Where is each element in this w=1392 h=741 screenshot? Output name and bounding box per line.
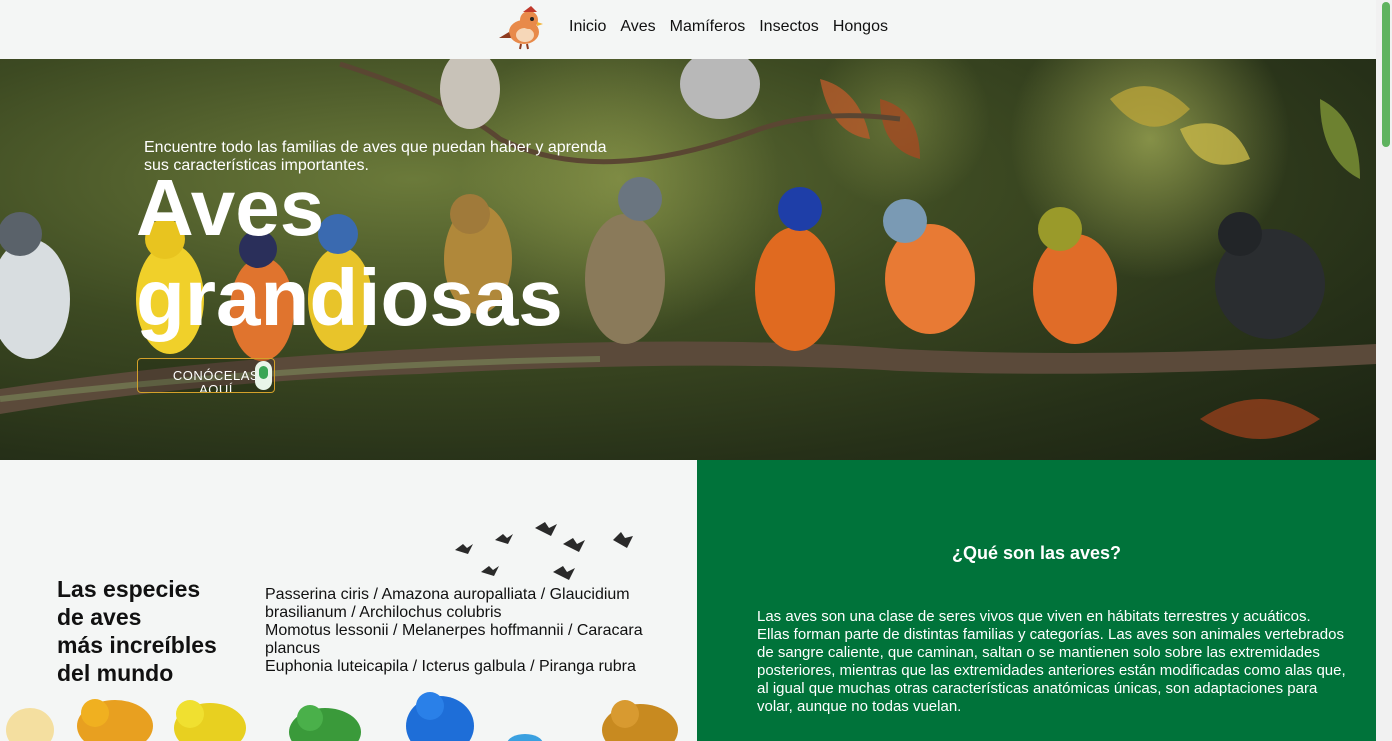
hero-title-line-1: Aves <box>136 163 325 252</box>
conocelas-button-label: CONÓCELAS AQUÍ <box>172 368 260 393</box>
species-heading-line-3: más increíbles <box>57 632 217 658</box>
species-list-item: Momotus lessonii / Melanerpes hoffmannii… <box>265 622 643 657</box>
main-menu: Inicio Aves Mamíferos Insectos Hongos <box>569 18 888 36</box>
top-navbar: Inicio Aves Mamíferos Insectos Hongos <box>0 0 1376 59</box>
page-scrollbar[interactable] <box>1376 0 1392 741</box>
species-list-item: Euphonia luteicapila / Icterus galbula /… <box>265 658 636 675</box>
bird-grey <box>0 212 70 359</box>
hero-title: Aves grandiosas <box>136 163 563 343</box>
hero-title-line-2: grandiosas <box>136 253 563 342</box>
about-heading: ¿Qué son las aves? <box>951 543 1122 563</box>
toggle-pill-icon <box>255 361 272 390</box>
bird-logo-icon[interactable] <box>497 2 549 50</box>
flying-birds-image <box>455 522 633 580</box>
species-heading-line-2: de aves <box>57 604 142 630</box>
about-birds-section: ¿Qué son las aves? Las aves son una clas… <box>697 460 1376 741</box>
species-heading: Las especies de aves más increíbles del … <box>57 575 217 687</box>
nav-link-hongos[interactable]: Hongos <box>833 18 888 36</box>
species-list-item: Passerina ciris / Amazona auropalliata /… <box>265 586 630 621</box>
nav-link-aves[interactable]: Aves <box>620 18 655 36</box>
species-list: Passerina ciris / Amazona auropalliata /… <box>265 586 645 676</box>
conocelas-button[interactable]: CONÓCELAS AQUÍ <box>137 358 275 393</box>
nav-link-inicio[interactable]: Inicio <box>569 18 606 36</box>
about-paragraph: Las aves son una clase de seres vivos qu… <box>757 608 1346 715</box>
species-section: Las especies de aves más increíbles del … <box>0 460 697 741</box>
nav-link-insectos[interactable]: Insectos <box>759 18 819 36</box>
nav-link-mamiferos[interactable]: Mamíferos <box>670 18 746 36</box>
hero-banner: Encuentre todo las familias de aves que … <box>0 59 1376 460</box>
species-heading-line-1: Las especies <box>57 576 201 602</box>
scrollbar-thumb[interactable] <box>1382 2 1390 147</box>
colorful-birds-row-image <box>6 692 678 741</box>
species-heading-line-4: del mundo <box>57 660 174 686</box>
